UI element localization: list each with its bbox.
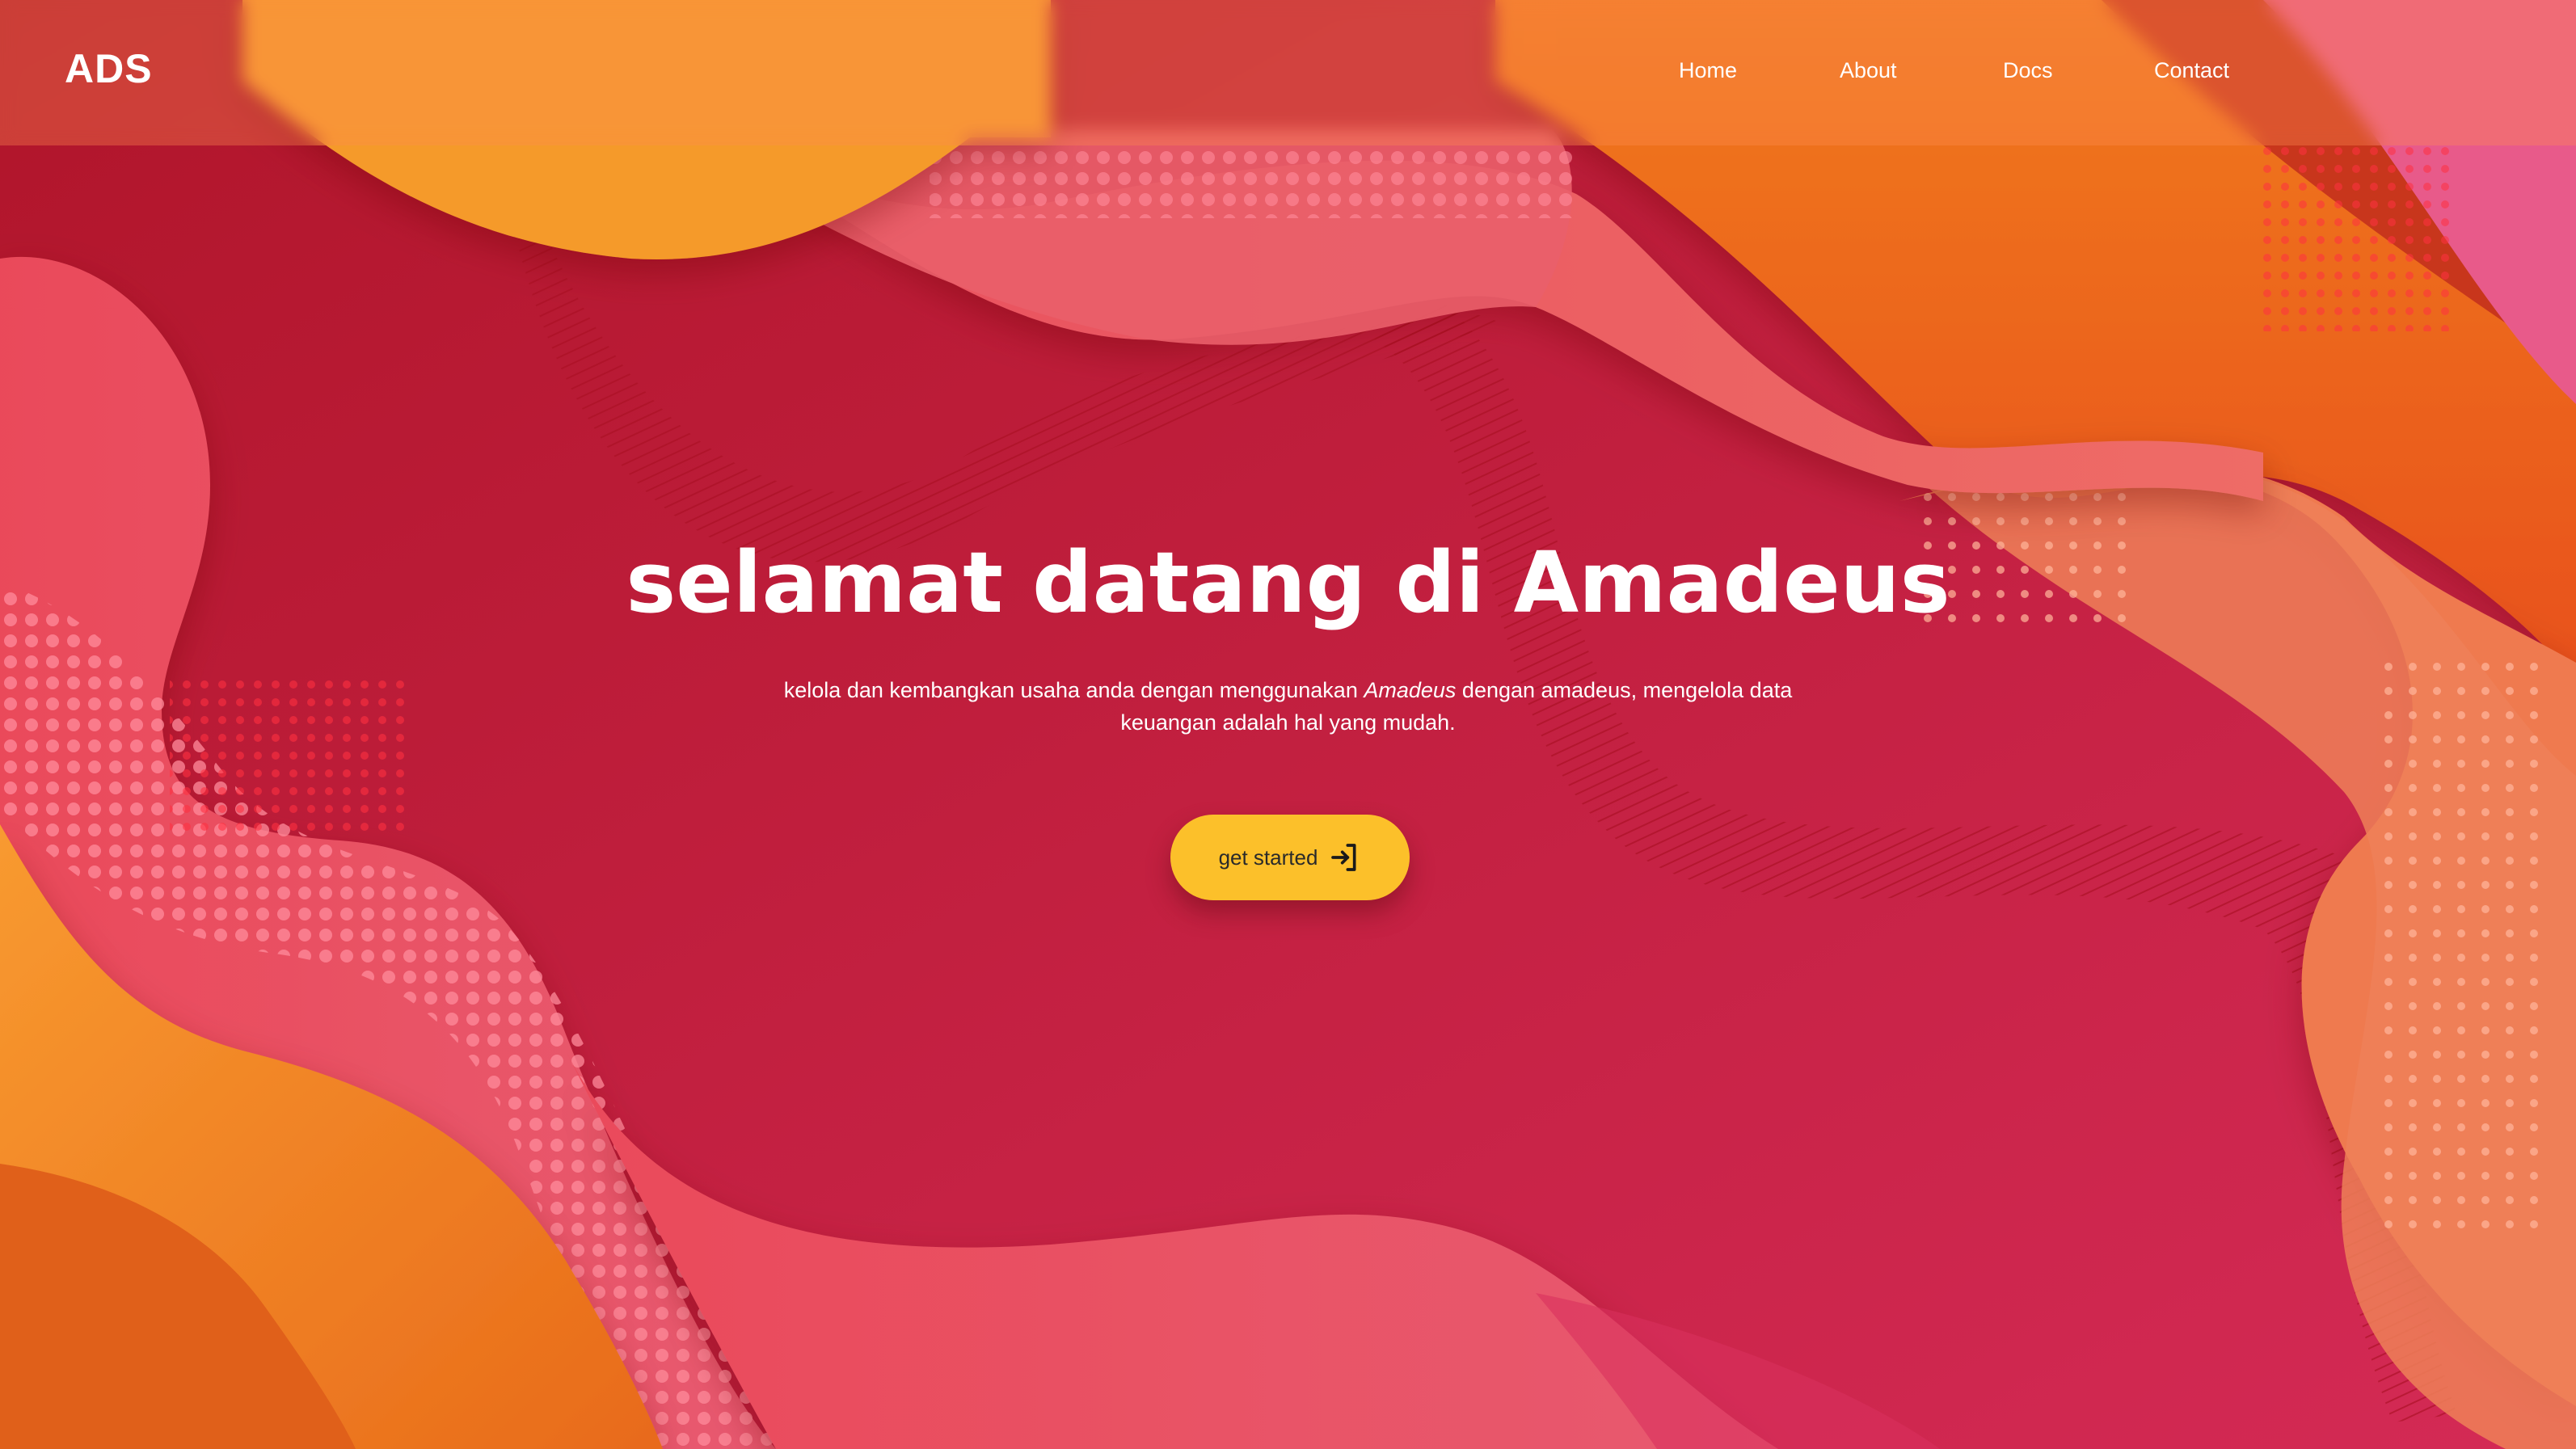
sign-in-icon bbox=[1331, 844, 1356, 871]
hero-description-emphasis: Amadeus bbox=[1364, 678, 1457, 702]
top-navbar: ADS Home About Docs Contact bbox=[0, 0, 2576, 145]
landing-page: ADS Home About Docs Contact selamat data… bbox=[0, 0, 2576, 1449]
hero-description: kelola dan kembangkan usaha anda dengan … bbox=[779, 674, 1798, 739]
hero-section: selamat datang di Amadeus kelola dan kem… bbox=[0, 533, 2576, 739]
get-started-label: get started bbox=[1218, 845, 1318, 870]
nav-link-about[interactable]: About bbox=[1840, 58, 1897, 83]
nav-menu: Home About Docs Contact bbox=[0, 58, 2576, 91]
nav-link-home[interactable]: Home bbox=[1679, 58, 1737, 83]
hero-title: selamat datang di Amadeus bbox=[626, 533, 1950, 632]
hero-description-part1: kelola dan kembangkan usaha anda dengan … bbox=[783, 678, 1364, 702]
nav-link-contact[interactable]: Contact bbox=[2154, 58, 2229, 83]
get-started-button[interactable]: get started bbox=[1170, 815, 1410, 900]
nav-link-docs[interactable]: Docs bbox=[2003, 58, 2053, 83]
